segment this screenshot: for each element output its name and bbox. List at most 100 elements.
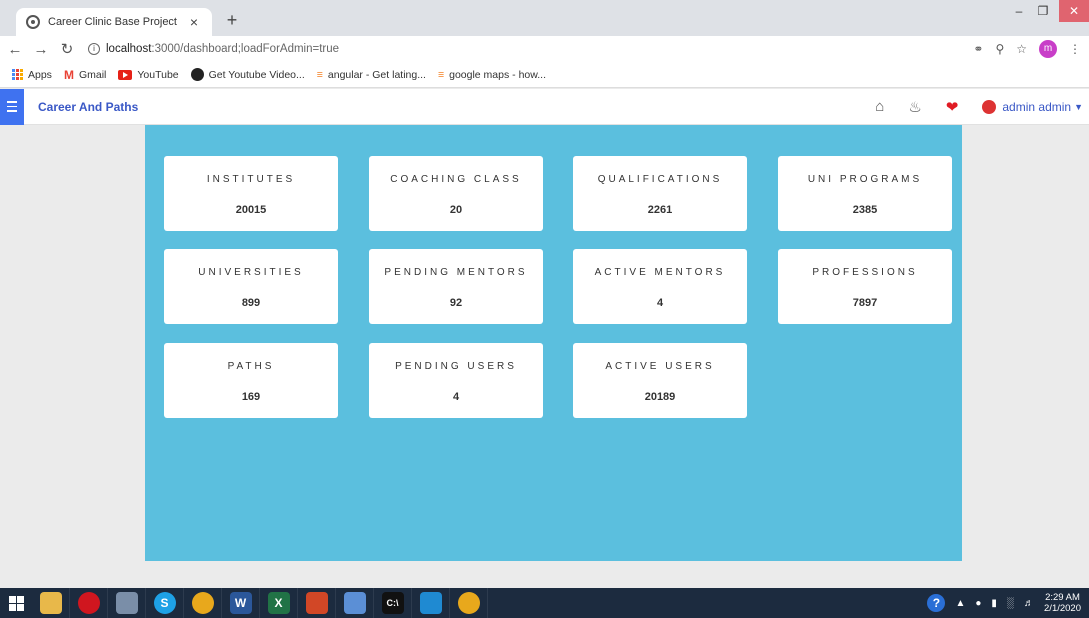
window-close-icon[interactable]: ✕: [1059, 0, 1089, 22]
stat-card-coaching-class[interactable]: COACHING CLASS 20: [369, 156, 543, 231]
bookmarks-bar: Apps M Gmail YouTube Get Youtube Video..…: [0, 62, 1089, 88]
clock-date: 2/1/2020: [1044, 603, 1081, 614]
bell-icon[interactable]: ♨: [908, 98, 921, 116]
zoom-icon[interactable]: ⚲: [995, 42, 1004, 56]
start-button[interactable]: [0, 588, 32, 618]
minimize-icon[interactable]: –: [1007, 0, 1031, 22]
apps-grid-icon: [12, 69, 23, 80]
taskbar-app-8[interactable]: [298, 588, 336, 618]
taskbar-terminal[interactable]: C:\: [374, 588, 412, 618]
youtube-icon: [118, 69, 133, 80]
taskbar-app-3[interactable]: [108, 588, 146, 618]
star-icon[interactable]: ☆: [1016, 42, 1027, 56]
restore-icon[interactable]: ❐: [1031, 0, 1055, 22]
new-tab-button[interactable]: +: [222, 10, 242, 31]
stat-card-professions[interactable]: PROFESSIONS 7897: [778, 249, 952, 324]
help-icon[interactable]: ?: [927, 594, 946, 612]
card-label: ACTIVE MENTORS: [594, 267, 726, 278]
info-icon[interactable]: i: [88, 43, 100, 55]
key-icon[interactable]: ⚭: [973, 42, 983, 56]
address-bar[interactable]: i localhost:3000/dashboard;loadForAdmin=…: [88, 43, 973, 55]
stat-card-active-mentors[interactable]: ACTIVE MENTORS 4: [573, 249, 747, 324]
heart-icon[interactable]: ❤: [946, 98, 959, 116]
taskbar-file-explorer[interactable]: [32, 588, 70, 618]
bookmark-label: google maps - how...: [449, 68, 546, 81]
bookmark-apps[interactable]: Apps: [12, 69, 52, 81]
taskbar-chrome[interactable]: [184, 588, 222, 618]
avatar: [982, 99, 997, 114]
profile-avatar[interactable]: m: [1039, 40, 1057, 58]
taskbar-excel[interactable]: X: [260, 588, 298, 618]
battery-icon[interactable]: ▮: [991, 598, 997, 609]
app-icon: [343, 592, 366, 614]
url-host: localhost: [106, 43, 152, 55]
back-arrow-icon[interactable]: ←: [4, 41, 26, 58]
taskbar-word[interactable]: W: [222, 588, 260, 618]
network-icon[interactable]: ●: [975, 598, 981, 609]
taskbar-vscode[interactable]: [412, 588, 450, 618]
github-icon: [190, 68, 204, 81]
more-menu-icon[interactable]: ⋮: [1069, 42, 1081, 56]
chrome-icon: [191, 592, 214, 614]
clock[interactable]: 2:29 AM 2/1/2020: [1044, 592, 1081, 614]
taskbar-chrome-2[interactable]: [450, 588, 488, 618]
bookmark-label: Apps: [28, 68, 52, 81]
vscode-icon: [419, 592, 442, 614]
bookmark-youtube[interactable]: YouTube: [118, 69, 179, 81]
card-value: 20: [449, 204, 463, 216]
gmail-icon: M: [63, 67, 74, 82]
browser-tabstrip: Career Clinic Base Project × + – ❐ ✕: [0, 0, 1089, 36]
bookmark-label: Get Youtube Video...: [208, 68, 305, 81]
brand-title[interactable]: Career And Paths: [38, 100, 875, 114]
terminal-icon: C:\: [381, 592, 404, 614]
user-menu[interactable]: admin admin ▼: [982, 99, 1083, 114]
navbar-icons: ⌂ ♨ ❤: [875, 98, 958, 116]
chevron-up-icon[interactable]: ▲: [955, 598, 965, 609]
app-navbar: Career And Paths ⌂ ♨ ❤ admin admin ▼: [0, 88, 1089, 125]
bookmark-gmail[interactable]: M Gmail: [64, 68, 106, 82]
volume-icon[interactable]: ♬: [1024, 598, 1034, 609]
browser-toolbar: ← → ↻ i localhost:3000/dashboard;loadFor…: [0, 36, 1089, 62]
card-value: 899: [241, 297, 261, 309]
chevron-down-icon: ▼: [1074, 101, 1083, 112]
taskbar-skype[interactable]: S: [146, 588, 184, 618]
taskbar-app-9[interactable]: [336, 588, 374, 618]
card-label: QUALIFICATIONS: [597, 174, 723, 185]
card-label: ACTIVE USERS: [605, 361, 715, 372]
hamburger-menu-icon[interactable]: [0, 88, 24, 125]
windows-taskbar: S W X C:\ ? ▲ ● ▮ ░ ♬ 2:29 AM 2/1/2020: [0, 588, 1089, 618]
stat-card-institutes[interactable]: INSTITUTES 20015: [164, 156, 338, 231]
card-value: 20189: [644, 391, 676, 403]
card-value: 7897: [852, 297, 878, 309]
stat-card-paths[interactable]: PATHS 169: [164, 343, 338, 418]
forward-arrow-icon[interactable]: →: [30, 41, 52, 58]
user-name: admin admin: [1002, 99, 1072, 114]
opera-icon: [77, 592, 100, 614]
home-icon[interactable]: ⌂: [875, 98, 884, 115]
taskbar-opera[interactable]: [70, 588, 108, 618]
card-value: 2385: [852, 204, 878, 216]
card-label: UNI PROGRAMS: [807, 174, 923, 185]
folder-icon: [39, 592, 62, 614]
bookmark-google-maps[interactable]: ≡ google maps - how...: [438, 69, 546, 81]
bookmark-angular[interactable]: ≡ angular - Get lating...: [317, 69, 426, 81]
card-label: PENDING USERS: [395, 361, 517, 372]
signal-icon[interactable]: ░: [1007, 598, 1014, 609]
stat-card-active-users[interactable]: ACTIVE USERS 20189: [573, 343, 747, 418]
word-icon: W: [229, 592, 252, 614]
stat-card-pending-users[interactable]: PENDING USERS 4: [369, 343, 543, 418]
globe-icon: [26, 15, 40, 29]
system-tray: ? ▲ ● ▮ ░ ♬ 2:29 AM 2/1/2020: [927, 592, 1089, 614]
browser-tab[interactable]: Career Clinic Base Project ×: [16, 8, 212, 36]
reload-icon[interactable]: ↻: [56, 40, 78, 58]
card-value: 20015: [235, 204, 267, 216]
card-value: 4: [452, 391, 460, 403]
stat-card-uni-programs[interactable]: UNI PROGRAMS 2385: [778, 156, 952, 231]
bookmark-youtube-video[interactable]: Get Youtube Video...: [190, 68, 305, 81]
stat-card-qualifications[interactable]: QUALIFICATIONS 2261: [573, 156, 747, 231]
tab-close-icon[interactable]: ×: [186, 14, 202, 30]
card-label: UNIVERSITIES: [198, 267, 304, 278]
stat-card-pending-mentors[interactable]: PENDING MENTORS 92: [369, 249, 543, 324]
stat-card-universities[interactable]: UNIVERSITIES 899: [164, 249, 338, 324]
card-label: PATHS: [227, 361, 275, 372]
